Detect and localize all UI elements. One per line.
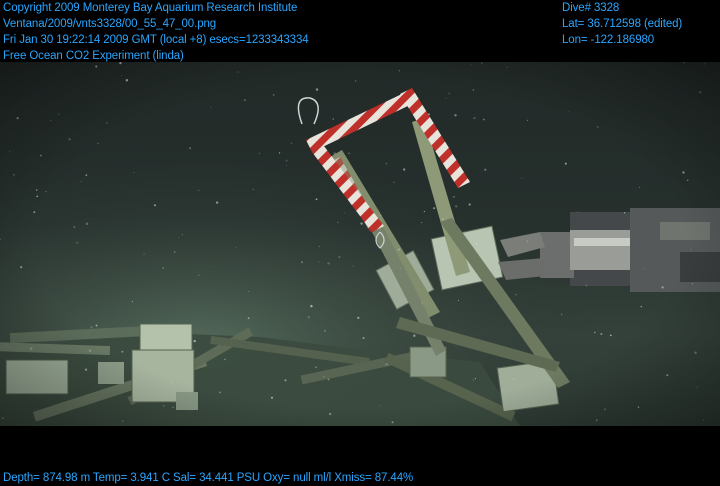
bottom-telemetry: Depth= 874.98 m Temp= 3.941 C Sal= 34.44… (3, 472, 414, 484)
file-path-line: Ventana/2009/vnts3328/00_55_47_00.png (3, 18, 217, 30)
timestamp-line: Fri Jan 30 19:22:14 2009 GMT (local +8) … (3, 34, 309, 46)
top-right-overlay: Dive# 3328 Lat= 36.712598 (edited) Lon= … (562, 0, 682, 48)
dive-number: Dive# 3328 (562, 2, 620, 14)
video-frame: Copyright 2009 Monterey Bay Aquarium Res… (0, 0, 720, 486)
copyright-line: Copyright 2009 Monterey Bay Aquarium Res… (3, 2, 298, 14)
underwater-scene (0, 62, 720, 426)
top-left-overlay: Copyright 2009 Monterey Bay Aquarium Res… (3, 0, 309, 64)
longitude: Lon= -122.186980 (562, 34, 655, 46)
underwater-scene-image (0, 62, 720, 426)
latitude: Lat= 36.712598 (edited) (562, 18, 683, 30)
